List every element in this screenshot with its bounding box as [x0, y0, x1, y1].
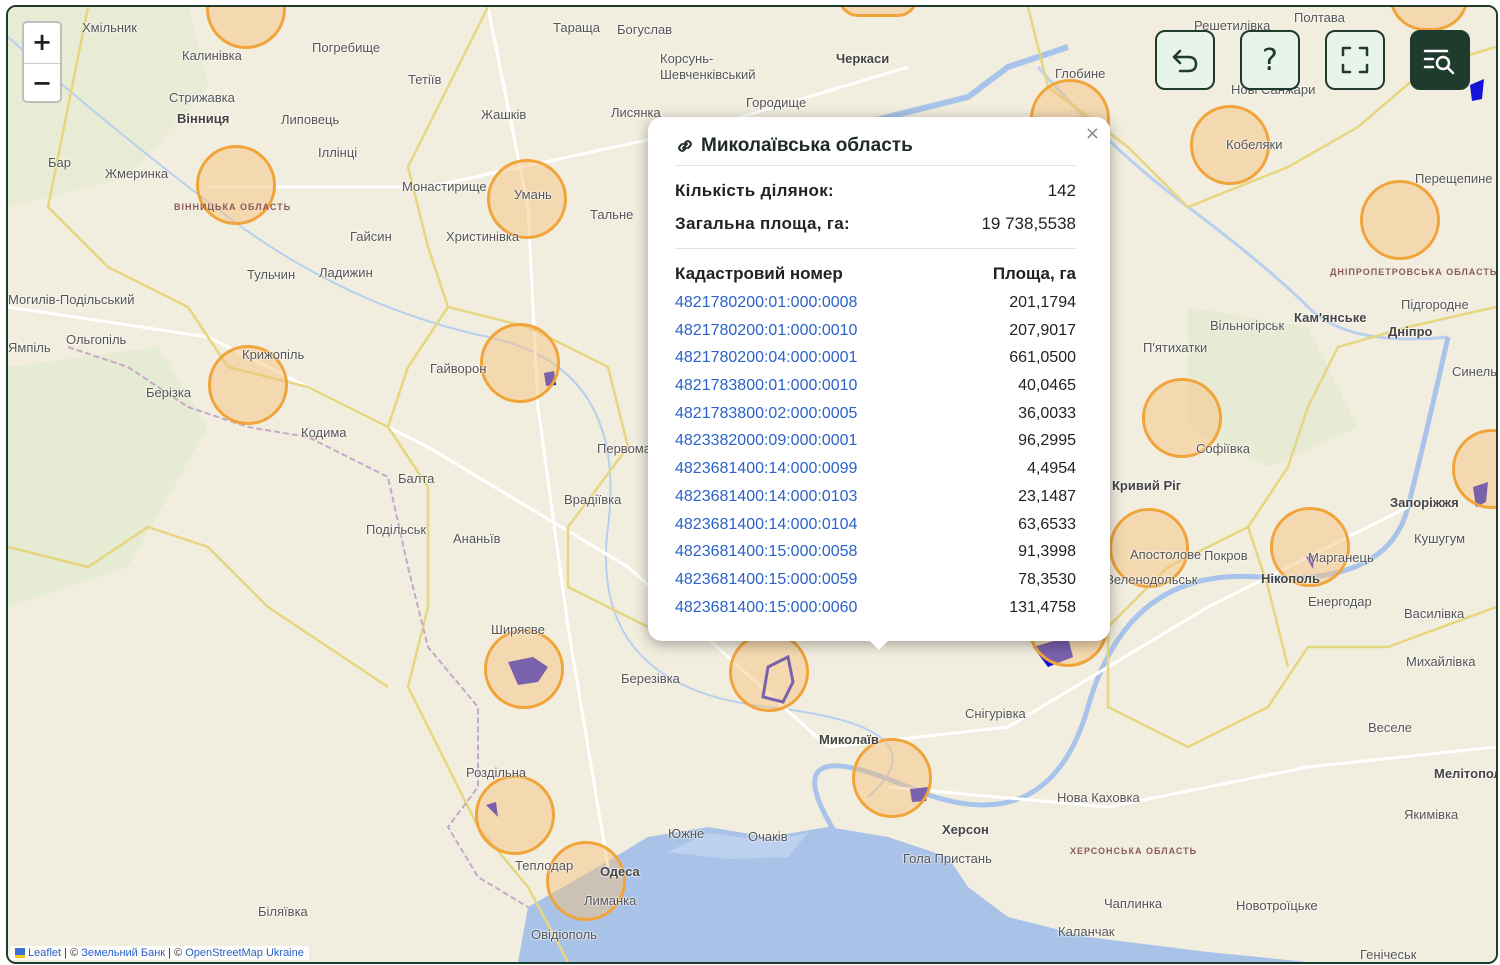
plot-cluster-marker[interactable]	[546, 841, 626, 921]
map-frame: ВІННИЦЬКА ОБЛАСТЬ ДНІПРОПЕТРОВСЬКА ОБЛАС…	[6, 5, 1498, 964]
table-row: 4821783800:01:000:0010 40,0465	[675, 372, 1076, 400]
search-list-button[interactable]	[1410, 30, 1470, 90]
undo-icon	[1172, 49, 1198, 73]
cadastral-link[interactable]: 4823681400:14:000:0104	[675, 511, 857, 539]
plot-area-value: 40,0465	[1018, 377, 1076, 395]
cadastral-link[interactable]: 4823681400:14:000:0099	[675, 455, 857, 483]
total-area-value: 19 738,5538	[981, 214, 1076, 233]
cadastral-link[interactable]: 4821780200:01:000:0008	[675, 289, 857, 317]
table-row: 4821780200:04:000:0001 661,0500	[675, 344, 1076, 372]
fullscreen-icon	[1341, 46, 1369, 74]
cadastral-link[interactable]: 4821783800:01:000:0010	[675, 372, 857, 400]
popup-tip	[866, 637, 892, 650]
zoom-control: + −	[22, 21, 62, 103]
count-value: 142	[1047, 181, 1076, 200]
table-row: 4823382000:09:000:0001 96,2995	[675, 427, 1076, 455]
link-icon[interactable]	[675, 138, 695, 154]
plot-area-value: 201,1794	[1009, 294, 1076, 311]
region-label: ХЕРСОНСЬКА ОБЛАСТЬ	[1070, 846, 1198, 856]
table-row: 4821780200:01:000:0008 201,1794	[675, 289, 1076, 317]
popup-title-text: Миколаївська область	[701, 135, 913, 156]
cadastral-link[interactable]: 4821783800:02:000:0005	[675, 400, 857, 428]
zemelnyi-bank-link[interactable]: Земельний Банк	[81, 947, 165, 959]
plot-area-value: 91,3998	[1018, 543, 1076, 561]
plot-cluster-marker[interactable]	[475, 775, 555, 855]
cadastral-link[interactable]: 4823382000:09:000:0001	[675, 427, 857, 455]
total-area-label: Загальна площа, га:	[675, 214, 850, 233]
region-label: ВІННИЦЬКА ОБЛАСТЬ	[174, 202, 292, 212]
plots-table-header: Кадастровий номер Площа, га	[675, 259, 1076, 289]
plot-area-value: 96,2995	[1018, 432, 1076, 450]
popup-title: Миколаївська область	[675, 135, 1076, 166]
plot-area-value: 131,4758	[1009, 598, 1076, 616]
table-row: 4823681400:15:000:0060 131,4758	[675, 594, 1076, 622]
table-row: 4823681400:14:000:0099 4,4954	[675, 455, 1076, 483]
region-popup: × Миколаївська область Кількість ділянок…	[648, 117, 1110, 641]
plot-area-value: 207,9017	[1009, 321, 1076, 339]
table-row: 4823681400:14:000:0103 23,1487	[675, 483, 1076, 511]
osm-link[interactable]: OpenStreetMap Ukraine	[185, 947, 304, 959]
leaflet-link[interactable]: Leaflet	[28, 947, 61, 959]
close-popup-button[interactable]: ×	[1085, 123, 1100, 144]
help-button[interactable]: ?	[1240, 30, 1300, 90]
cadastral-link[interactable]: 4821780200:04:000:0001	[675, 344, 857, 372]
table-row: 4823681400:14:000:0104 63,6533	[675, 511, 1076, 539]
plot-cluster-marker[interactable]	[480, 323, 560, 403]
undo-button[interactable]	[1155, 30, 1215, 90]
plot-cluster-marker[interactable]	[1109, 508, 1189, 588]
attribution-separator: | ©	[165, 947, 186, 959]
table-row: 4821783800:02:000:0005 36,0033	[675, 400, 1076, 428]
cadastral-link[interactable]: 4823681400:15:000:0059	[675, 566, 857, 594]
col-cadastral-header: Кадастровий номер	[675, 264, 843, 283]
help-icon: ?	[1262, 42, 1278, 78]
plot-area-value: 4,4954	[1027, 460, 1076, 478]
plot-cluster-marker[interactable]	[484, 629, 564, 709]
plot-cluster-marker[interactable]	[838, 7, 918, 17]
popup-stats: Кількість ділянок: 142 Загальна площа, г…	[675, 166, 1076, 249]
list-search-icon	[1423, 49, 1455, 75]
cadastral-link[interactable]: 4823681400:15:000:0060	[675, 594, 857, 622]
plot-cluster-marker[interactable]	[1190, 105, 1270, 185]
map-attribution: Leaflet | © Земельний Банк | © OpenStree…	[10, 946, 309, 960]
plot-cluster-marker[interactable]	[487, 159, 567, 239]
plot-cluster-marker[interactable]	[1360, 180, 1440, 260]
plot-cluster-marker[interactable]	[729, 632, 809, 712]
plot-area-value: 23,1487	[1018, 487, 1076, 505]
cadastral-link[interactable]: 4821780200:01:000:0010	[675, 317, 857, 345]
plot-area-value: 63,6533	[1018, 515, 1076, 533]
fullscreen-button[interactable]	[1325, 30, 1385, 90]
plot-cluster-marker[interactable]	[1270, 507, 1350, 587]
plot-area-value: 36,0033	[1018, 404, 1076, 422]
plot-cluster-marker[interactable]	[208, 345, 288, 425]
count-label: Кількість ділянок:	[675, 181, 834, 200]
table-row: 4823681400:15:000:0059 78,3530	[675, 566, 1076, 594]
ukraine-flag-icon	[15, 948, 25, 959]
zoom-in-button[interactable]: +	[24, 23, 60, 64]
cadastral-link[interactable]: 4823681400:14:000:0103	[675, 483, 857, 511]
plot-area-value: 661,0500	[1009, 349, 1076, 367]
zoom-out-button[interactable]: −	[24, 64, 60, 104]
plot-cluster-marker[interactable]	[852, 738, 932, 818]
region-label: ДНІПРОПЕТРОВСЬКА ОБЛАСТЬ	[1330, 267, 1498, 277]
col-area-header: Площа, га	[992, 264, 1076, 283]
plot-area-value: 78,3530	[1018, 570, 1076, 588]
plot-cluster-marker[interactable]	[1142, 378, 1222, 458]
table-row: 4821780200:01:000:0010 207,9017	[675, 317, 1076, 345]
plots-table: 4821780200:01:000:0008 201,1794 4821780200…	[675, 289, 1076, 621]
attribution-separator: | ©	[61, 947, 82, 959]
cadastral-link[interactable]: 4823681400:15:000:0058	[675, 538, 857, 566]
plot-cluster-marker[interactable]	[196, 145, 276, 225]
table-row: 4823681400:15:000:0058 91,3998	[675, 538, 1076, 566]
